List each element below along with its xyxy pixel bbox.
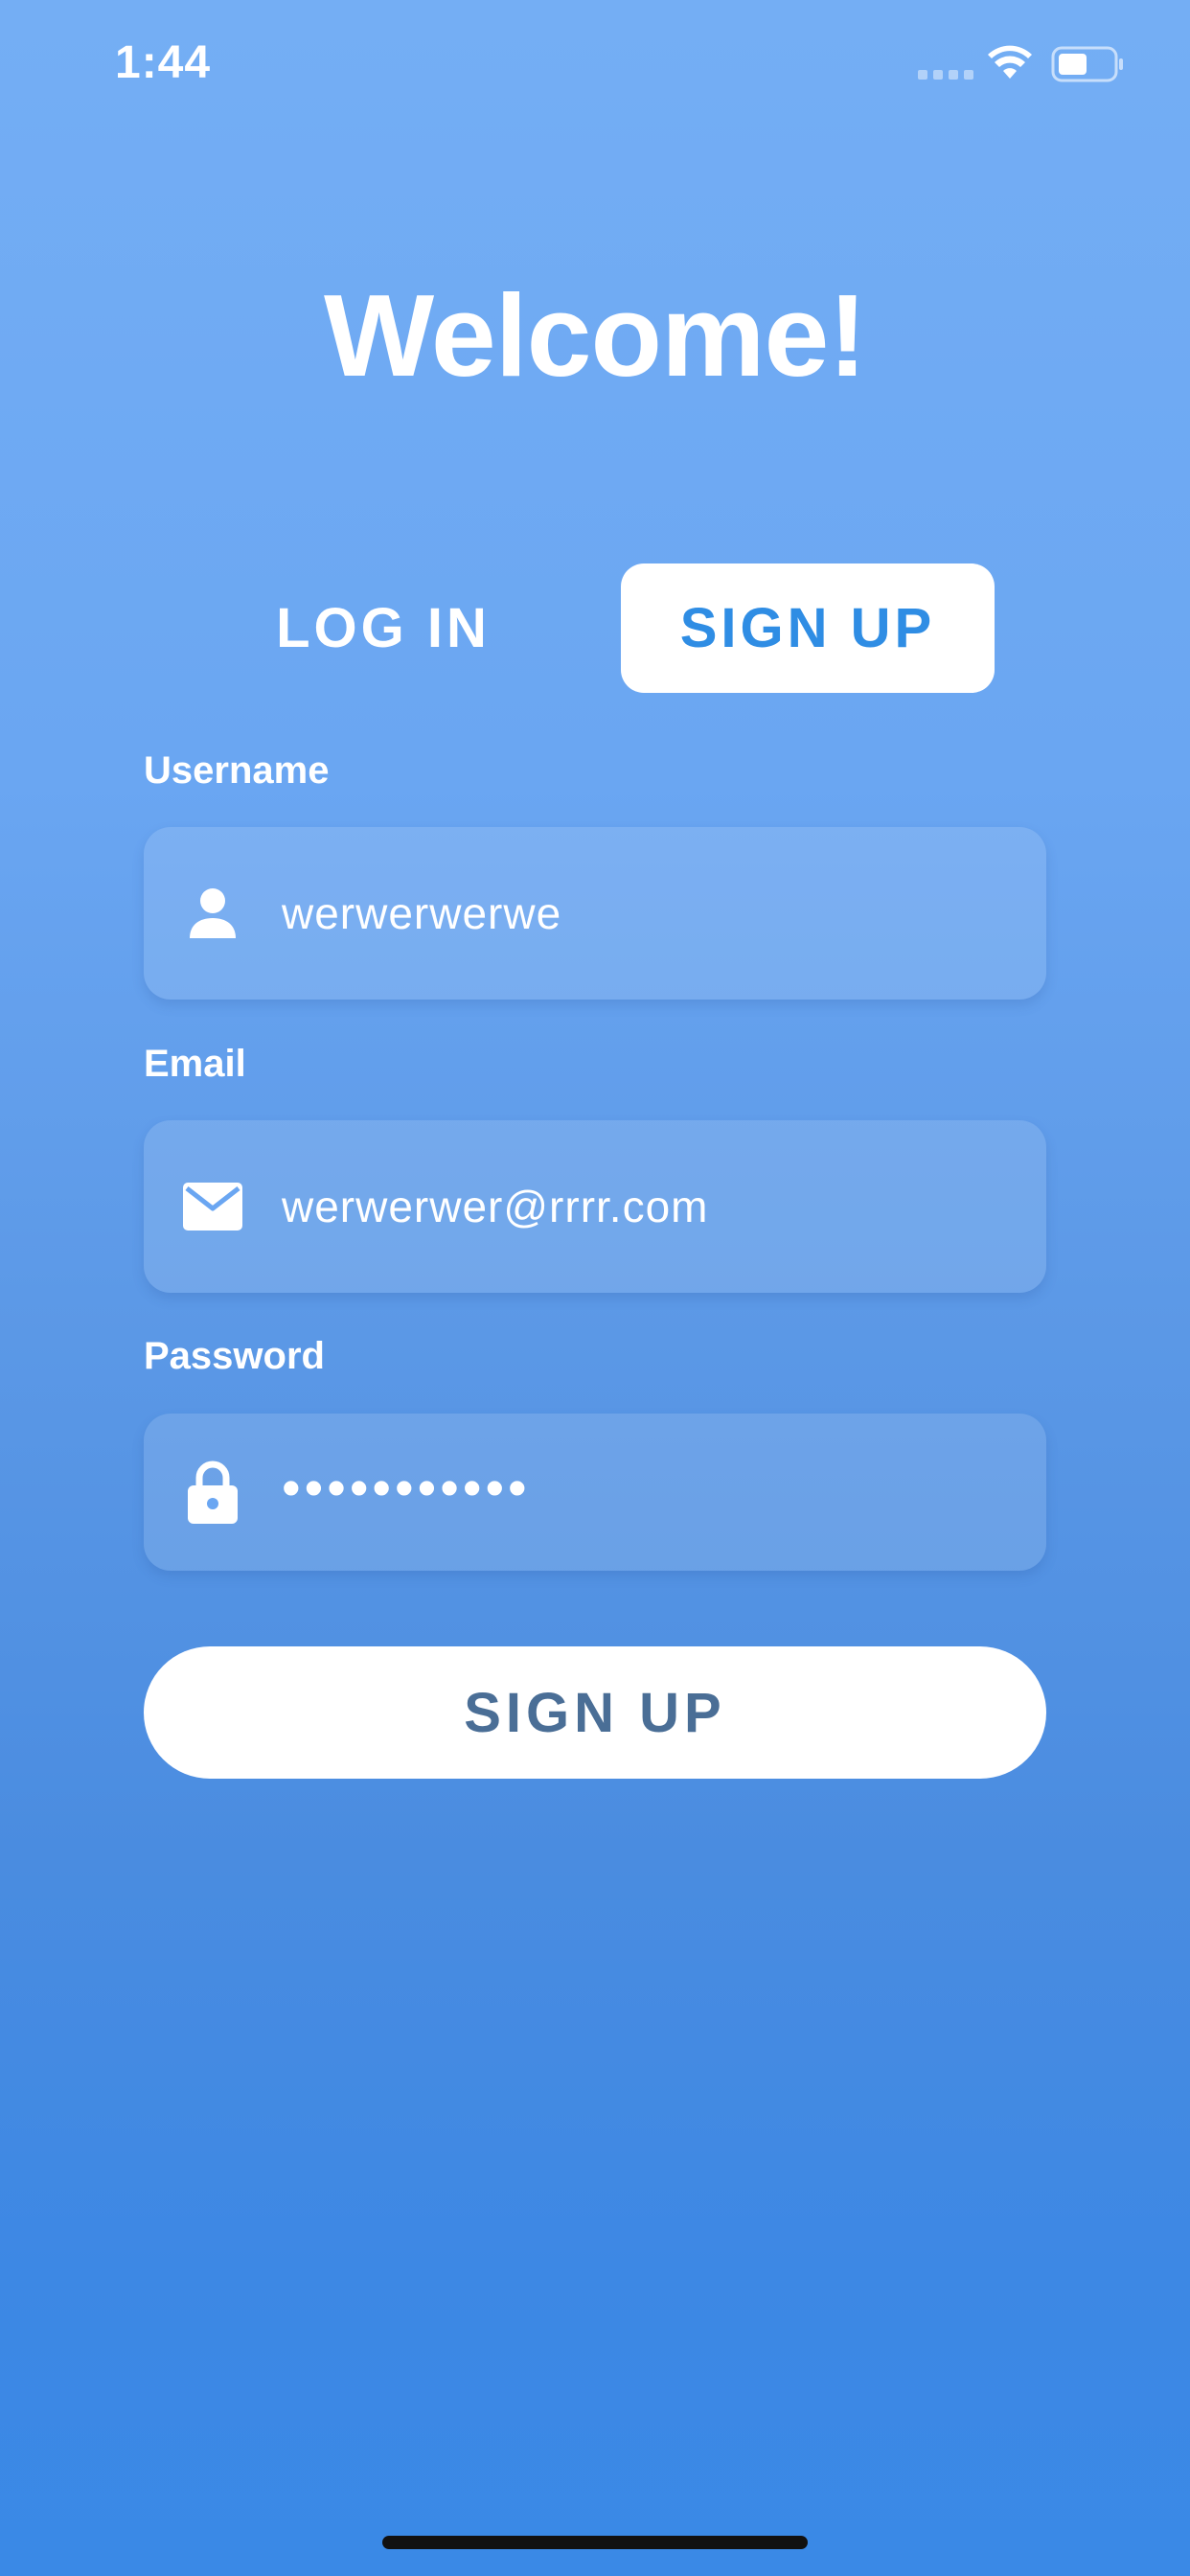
username-input[interactable]: werwerwerwe (282, 887, 561, 939)
email-field[interactable]: werwerwer@rrrr.com (144, 1120, 1046, 1293)
password-input[interactable]: ••••••••••• (282, 1456, 531, 1518)
email-label: Email (144, 1043, 246, 1085)
home-indicator (382, 2536, 808, 2549)
wifi-icon (988, 45, 1032, 79)
battery-icon (1051, 46, 1123, 82)
password-field[interactable]: ••••••••••• (144, 1414, 1046, 1571)
email-input[interactable]: werwerwer@rrrr.com (282, 1181, 708, 1232)
lock-icon (182, 1460, 243, 1524)
sign-up-button[interactable]: SIGN UP (144, 1646, 1046, 1779)
tab-sign-up[interactable]: SIGN UP (621, 564, 995, 693)
tab-log-in[interactable]: LOG IN (230, 564, 537, 693)
status-time: 1:44 (115, 37, 212, 88)
status-bar: 1:44 (0, 0, 1190, 129)
page-title: Welcome! (323, 270, 867, 401)
username-label: Username (144, 749, 330, 792)
username-field[interactable]: werwerwerwe (144, 827, 1046, 1000)
cellular-signal-icon (918, 70, 973, 80)
mail-icon (182, 1176, 243, 1237)
auth-tabs: LOG IN SIGN UP (0, 564, 1190, 693)
password-label: Password (144, 1335, 325, 1377)
user-icon (182, 883, 243, 944)
